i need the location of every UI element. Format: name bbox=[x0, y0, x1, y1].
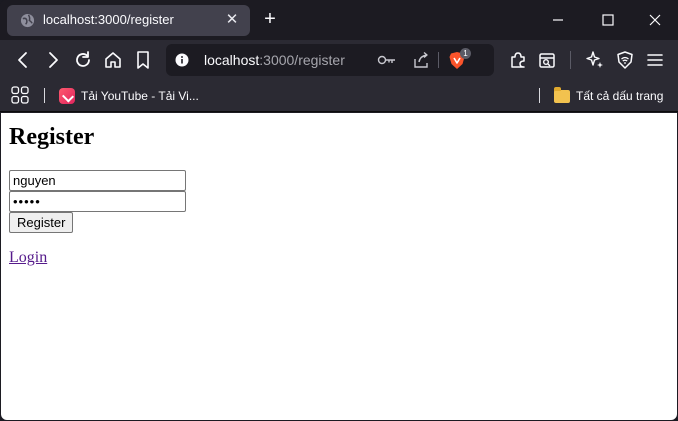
shields-count-badge: 1 bbox=[460, 48, 471, 59]
login-link[interactable]: Login bbox=[9, 249, 47, 267]
page-title: Register bbox=[9, 124, 95, 150]
minimize-icon[interactable] bbox=[543, 8, 573, 32]
maximize-icon[interactable] bbox=[593, 8, 623, 32]
all-bookmarks-folder[interactable]: Tất cả dấu trang bbox=[554, 85, 663, 107]
bookmarks-divider bbox=[44, 88, 45, 103]
wallet-icon[interactable] bbox=[536, 49, 558, 71]
back-icon[interactable] bbox=[12, 49, 34, 71]
folder-icon bbox=[554, 86, 570, 103]
download-icon bbox=[59, 88, 75, 104]
apps-grid-icon[interactable] bbox=[11, 86, 29, 104]
share-icon[interactable] bbox=[412, 51, 430, 69]
forward-icon[interactable] bbox=[42, 49, 64, 71]
home-icon[interactable] bbox=[102, 49, 124, 71]
address-bar[interactable]: localhost:3000/register 1 bbox=[166, 44, 494, 76]
url-host: localhost bbox=[204, 52, 260, 68]
vpn-shield-icon[interactable] bbox=[614, 49, 636, 71]
tab-strip: localhost:3000/register ✕ + bbox=[0, 0, 678, 40]
leo-ai-icon[interactable] bbox=[584, 49, 606, 71]
close-window-icon[interactable] bbox=[640, 8, 670, 32]
site-info-icon[interactable] bbox=[175, 53, 189, 67]
active-tab[interactable]: localhost:3000/register ✕ bbox=[7, 5, 250, 36]
url-text[interactable]: localhost:3000/register bbox=[204, 52, 345, 68]
register-button[interactable]: Register bbox=[9, 212, 74, 233]
globe-icon bbox=[20, 13, 35, 28]
bookmark-label: Tải YouTube - Tải Vi... bbox=[81, 89, 199, 103]
password-input[interactable]: ••••• bbox=[9, 191, 186, 212]
url-path: :3000/register bbox=[259, 52, 345, 68]
bookmarks-bar: Tải YouTube - Tải Vi... Tất cả dấu trang bbox=[0, 80, 678, 112]
menu-icon[interactable] bbox=[644, 49, 666, 71]
new-tab-icon[interactable]: + bbox=[260, 9, 280, 29]
toolbar-divider bbox=[570, 51, 571, 69]
tab-title: localhost:3000/register bbox=[43, 12, 174, 27]
bookmarks-divider bbox=[539, 88, 540, 103]
reload-icon[interactable] bbox=[72, 49, 94, 71]
close-tab-icon[interactable]: ✕ bbox=[224, 12, 240, 28]
bookmark-icon[interactable] bbox=[132, 49, 154, 71]
all-bookmarks-label: Tất cả dấu trang bbox=[576, 89, 664, 103]
username-input[interactable] bbox=[9, 170, 186, 191]
extensions-icon[interactable] bbox=[507, 49, 529, 71]
nav-toolbar: localhost:3000/register 1 bbox=[0, 40, 678, 80]
urlbar-divider bbox=[438, 52, 439, 68]
bookmark-youtube-downloader[interactable]: Tải YouTube - Tải Vi... bbox=[59, 85, 199, 107]
browser-window: localhost:3000/register ✕ + localhost:30… bbox=[0, 0, 678, 421]
page-content: Register ••••• Register Login bbox=[1, 113, 677, 420]
key-icon[interactable] bbox=[377, 53, 397, 67]
